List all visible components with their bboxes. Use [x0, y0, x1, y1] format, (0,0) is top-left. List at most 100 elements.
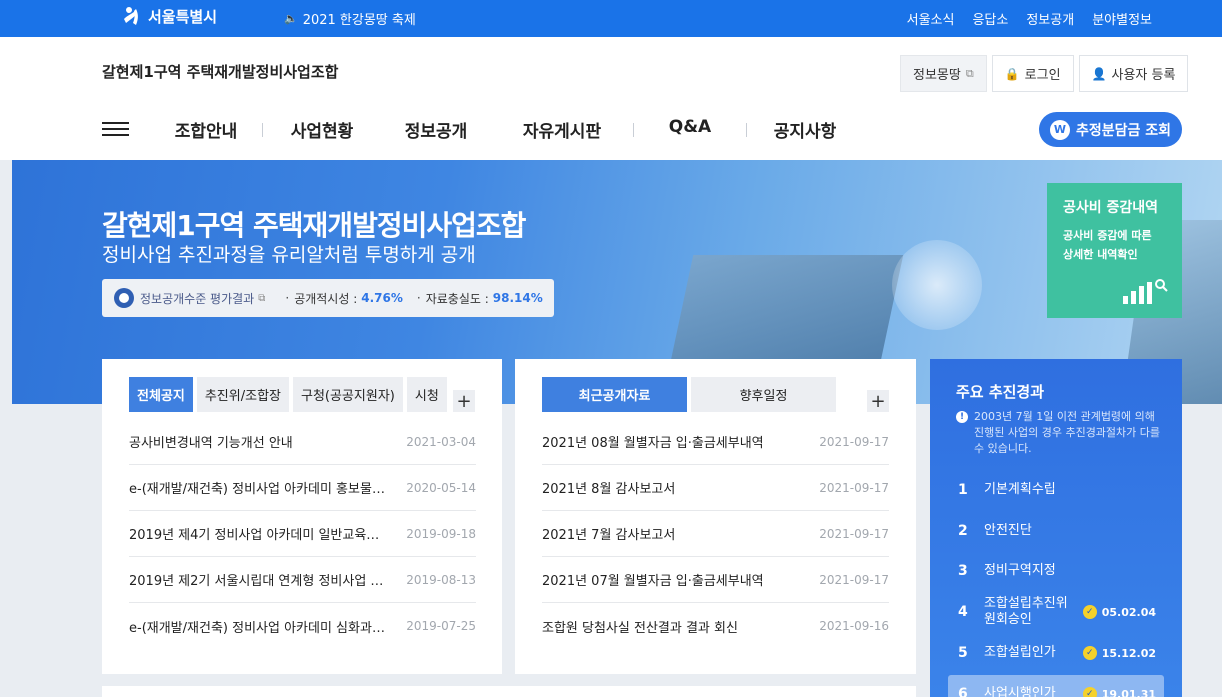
estimated-share-button[interactable]: W 추정분담금 조회: [1039, 112, 1182, 147]
evaluation-emblem-icon: [114, 288, 134, 308]
list-item[interactable]: 2019년 제4기 정비사업 아카데미 일반교육생 모집 안내 2019-09-1…: [129, 511, 476, 557]
list-item-date: 2020-05-14: [406, 480, 476, 495]
list-item-title: 2019년 제4기 정비사업 아카데미 일반교육생 모집 안내: [129, 528, 407, 543]
disclosure-panel: 최근공개자료 향후일정 + 2021년 08월 월별자금 입·출금세부내역 202…: [515, 359, 916, 674]
step-completed: ✓ 05.02.04: [1082, 605, 1156, 619]
evaluation-link[interactable]: 정보공개수준 평가결과: [140, 290, 254, 307]
disclosure-list: 2021년 08월 월별자금 입·출금세부내역 2021-09-17 2021년 …: [542, 419, 889, 649]
info-mongttang-label: 정보몽땅: [913, 68, 961, 83]
login-button[interactable]: 🔒 로그인: [991, 55, 1074, 92]
list-item-date: 2021-03-04: [406, 434, 476, 449]
new-window-icon: ⧉: [258, 292, 266, 304]
tab-district-office[interactable]: 구청(공공지원자): [292, 377, 403, 412]
disclosure-more-plus-icon[interactable]: +: [867, 390, 889, 412]
speaker-icon: 🔈: [284, 12, 298, 25]
top-link-seoul-news[interactable]: 서울소식: [907, 9, 955, 28]
step-completed: ✓ 19.01.31: [1082, 687, 1156, 697]
timeliness-label: 공개적시성 :: [294, 291, 358, 306]
step-completed: ✓ 15.12.02: [1082, 646, 1156, 660]
top-links: 서울소식 응답소 정보공개 분야별정보: [889, 9, 1152, 28]
progress-step[interactable]: 4 조합설립추진위원회승인 ✓ 05.02.04: [948, 593, 1164, 631]
list-item[interactable]: 2021년 08월 월별자금 입·출금세부내역 2021-09-17: [542, 419, 889, 465]
step-number: 1: [958, 482, 968, 498]
list-item[interactable]: 2021년 07월 월별자금 입·출금세부내역 2021-09-17: [542, 557, 889, 603]
progress-panel: 주요 추진경과 ! 2003년 7월 1일 이전 관계법령에 의해 진행된 사업…: [930, 359, 1182, 697]
construction-cost-card[interactable]: 공사비 증감내역 공사비 증감에 따른 상세한 내역확인: [1047, 183, 1182, 318]
fidelity-value: 98.14%: [492, 291, 543, 305]
progress-note: ! 2003년 7월 1일 이전 관계법령에 의해 진행된 사업의 경우 추진경…: [956, 409, 1162, 457]
register-button[interactable]: 👤 사용자 등록: [1078, 55, 1189, 92]
progress-step[interactable]: 3 정비구역지정: [948, 552, 1164, 590]
tab-committee[interactable]: 추진위/조합장: [196, 377, 289, 412]
nav-item-union-info[interactable]: 조합안내: [150, 117, 262, 142]
step-date: 15.12.02: [1101, 646, 1156, 660]
progress-step[interactable]: 2 안전진단: [948, 512, 1164, 550]
progress-note-text: 2003년 7월 1일 이전 관계법령에 의해 진행된 사업의 경우 추진경과절…: [974, 410, 1161, 455]
nav-item-notices[interactable]: 공지사항: [747, 117, 863, 142]
header-buttons: 정보몽땅 ⧉ 🔒 로그인 👤 사용자 등록: [900, 55, 1193, 92]
list-item-title: e-(재개발/재건축) 정비사업 아카데미 심화과정 교육생 모집: [129, 620, 406, 636]
bar-chart-icon: [1120, 278, 1168, 304]
progress-title: 주요 추진경과: [956, 383, 1045, 401]
menu-icon[interactable]: [102, 122, 129, 136]
nav-item-business-status[interactable]: 사업현황: [263, 117, 381, 142]
progress-step-current[interactable]: 6 사업시행인가 ✓ 19.01.31: [948, 675, 1164, 697]
tab-recent-disclosures[interactable]: 최근공개자료: [542, 377, 687, 412]
register-label: 사용자 등록: [1111, 68, 1176, 83]
list-item-title: 2019년 제2기 서울시립대 연계형 정비사업 교육 안내: [129, 574, 407, 589]
header: 갈현제1구역 주택재개발정비사업조합 정보몽땅 ⧉ 🔒 로그인 👤 사용자 등록…: [0, 37, 1222, 160]
cost-card-title: 공사비 증감내역: [1063, 200, 1159, 216]
user-icon: 👤: [1091, 66, 1107, 81]
list-item-date: 2021-09-16: [819, 619, 889, 633]
nav-item-qna[interactable]: Q&A: [634, 117, 746, 142]
nav-item-free-board[interactable]: 자유게시판: [491, 117, 633, 142]
list-item[interactable]: 2021년 8월 감사보고서 2021-09-17: [542, 465, 889, 511]
login-label: 로그인: [1024, 68, 1061, 83]
top-link-field-info[interactable]: 분야별정보: [1092, 9, 1152, 28]
list-item[interactable]: 조합원 당첨사실 전산결과 결과 회신 2021-09-16: [542, 603, 889, 649]
top-bar: 서울특별시 🔈 2021 한강몽땅 축제 서울소식 응답소 정보공개 분야별정보: [0, 0, 1222, 37]
sun-glare: [892, 240, 982, 330]
progress-step[interactable]: 5 조합설립인가 ✓ 15.12.02: [948, 634, 1164, 672]
list-item[interactable]: 2021년 7월 감사보고서 2021-09-17: [542, 511, 889, 557]
hero-subtitle: 정비사업 추진과정을 유리알처럼 투명하게 공개: [102, 244, 476, 266]
check-icon: ✓: [1082, 605, 1097, 619]
list-item[interactable]: e-(재개발/재건축) 정비사업 아카데미 홍보물 배포 안내 2020-05-1…: [129, 465, 476, 511]
list-item-date: 2021-09-17: [819, 480, 889, 495]
disclosure-tabs: 최근공개자료 향후일정: [542, 377, 840, 412]
nav-item-info-disclosure[interactable]: 정보공개: [381, 117, 491, 142]
step-number: 3: [958, 563, 968, 579]
step-label: 정비구역지정: [984, 563, 1056, 578]
tab-all-notices[interactable]: 전체공지: [129, 377, 193, 412]
top-link-info-disclosure[interactable]: 정보공개: [1026, 9, 1074, 28]
tab-city-hall[interactable]: 시청: [406, 377, 447, 412]
seoul-logo-text: 서울특별시: [148, 7, 218, 26]
step-number: 2: [958, 523, 968, 539]
tab-upcoming-schedule[interactable]: 향후일정: [691, 377, 836, 412]
new-window-icon: ⧉: [965, 66, 974, 80]
list-item-title: 공사비변경내역 기능개선 안내: [129, 436, 293, 451]
list-item-date: 2021-09-17: [819, 526, 889, 541]
notice-panel: 전체공지 추진위/조합장 구청(공공지원자) 시청 + 공사비변경내역 기능개선…: [102, 359, 502, 674]
info-mongttang-button[interactable]: 정보몽땅 ⧉: [900, 55, 987, 92]
list-item-title: 조합원 당첨사실 전산결과 결과 회신: [542, 620, 738, 636]
evaluation-bar: 정보공개수준 평가결과 ⧉ · 공개적시성 : 4.76% · 자료충실도 : …: [102, 279, 554, 317]
site-title[interactable]: 갈현제1구역 주택재개발정비사업조합: [102, 61, 338, 82]
magnifier-icon: [1155, 279, 1168, 292]
list-item[interactable]: 공사비변경내역 기능개선 안내 2021-03-04: [129, 419, 476, 465]
list-item-title: 2021년 7월 감사보고서: [542, 528, 676, 543]
top-notice[interactable]: 🔈 2021 한강몽땅 축제: [284, 9, 416, 28]
list-item[interactable]: 2019년 제2기 서울시립대 연계형 정비사업 교육 안내 2019-08-13: [129, 557, 476, 603]
step-number: 5: [958, 645, 968, 661]
top-link-eungdapso[interactable]: 응답소: [972, 9, 1008, 28]
fidelity-label: 자료충실도 :: [425, 291, 489, 306]
list-item-date: 2019-07-25: [406, 619, 476, 633]
progress-step[interactable]: 1 기본계획수립: [948, 471, 1164, 509]
list-item[interactable]: e-(재개발/재건축) 정비사업 아카데미 심화과정 교육생 모집2019-07…: [129, 603, 476, 649]
hero-title: 갈현제1구역 주택재개발정비사업조합: [102, 209, 526, 242]
step-label: 안전진단: [984, 523, 1032, 538]
cost-card-desc-1: 공사비 증감에 따른: [1063, 229, 1152, 242]
notice-more-plus-icon[interactable]: +: [453, 390, 475, 412]
seoul-logo[interactable]: 서울특별시: [122, 5, 217, 27]
step-number: 6: [958, 686, 968, 697]
